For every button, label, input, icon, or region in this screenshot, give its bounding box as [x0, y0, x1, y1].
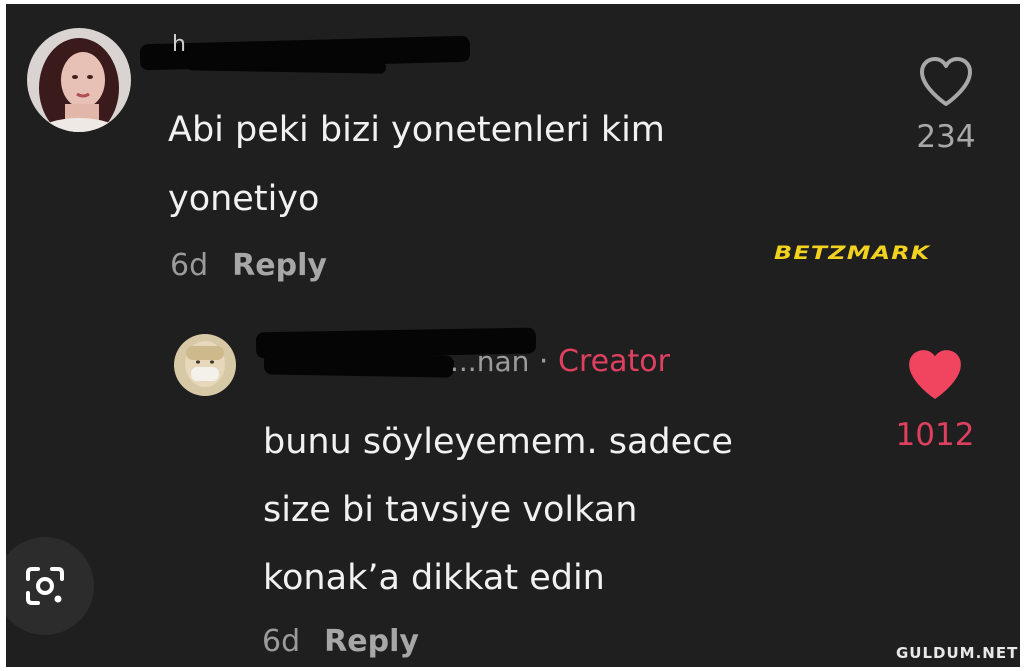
reply-meta: 6d Reply — [262, 624, 419, 659]
creator-avatar[interactable] — [174, 334, 236, 396]
comment-reply-button[interactable]: Reply — [232, 248, 327, 283]
comment-age: 6d — [170, 248, 209, 283]
redacted-creator-username-stroke — [263, 352, 455, 378]
google-lens-icon — [26, 567, 64, 605]
reply-text-line-1: bunu söyleyemem. sadece — [263, 422, 733, 462]
guldum-watermark: GULDUM.NET — [896, 644, 1019, 662]
reply-text-line-2: size bi tavsiye volkan — [263, 490, 638, 530]
reply-age: 6d — [262, 624, 301, 659]
comment-like-count: 234 — [916, 119, 976, 155]
comment-thread-screen: h Abi peki bizi yonetenleri kim yonetiyo… — [6, 4, 1020, 667]
reply-text-line-3: konak’a dikkat edin — [263, 558, 605, 598]
heart-filled-icon[interactable] — [906, 348, 964, 402]
separator-dot: · — [538, 344, 549, 379]
lens-button[interactable] — [6, 537, 94, 635]
creator-header: ...nan · Creator — [450, 344, 670, 379]
reply-like-count: 1012 — [895, 417, 975, 453]
comment-text-line-1: Abi peki bizi yonetenleri kim — [168, 110, 665, 150]
reply-reply-button[interactable]: Reply — [324, 624, 419, 659]
heart-outline-icon[interactable] — [918, 56, 974, 108]
redacted-username-stroke — [185, 58, 387, 74]
commenter-username-fragment: h — [172, 32, 186, 57]
comment-text-line-2: yonetiyo — [168, 179, 320, 219]
comment-meta: 6d Reply — [170, 248, 327, 283]
creator-username-fragment: ...nan — [450, 345, 530, 378]
betmark-watermark: BETZMARK — [774, 242, 931, 264]
creator-badge: Creator — [558, 344, 670, 379]
commenter-avatar[interactable] — [27, 28, 131, 132]
